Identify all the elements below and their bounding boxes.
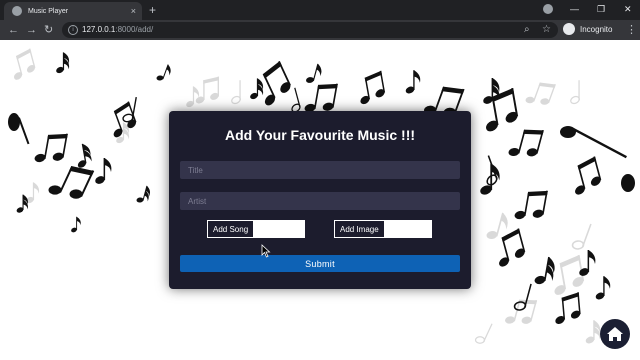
restore-button[interactable]: ❐	[597, 3, 605, 15]
bookmark-star-icon[interactable]: ☆	[542, 23, 551, 37]
add-song-button[interactable]: Add Song	[208, 221, 254, 237]
add-image-file-picker[interactable]: Add Image	[334, 220, 432, 238]
page-viewport: Add Your Favourite Music !!! Add Song Ad…	[0, 40, 640, 360]
reload-button[interactable]: ↻	[44, 23, 53, 37]
globe-icon	[12, 6, 22, 16]
new-tab-button[interactable]: +	[149, 3, 156, 17]
url-text[interactable]: 127.0.0.1:8000/add/	[82, 25, 153, 34]
record-icon[interactable]	[543, 4, 553, 14]
add-music-card: Add Your Favourite Music !!! Add Song Ad…	[169, 111, 471, 289]
browser-menu-icon[interactable]: ⋮	[626, 23, 637, 37]
tab-close-icon[interactable]: ×	[131, 6, 136, 16]
home-button[interactable]	[600, 319, 630, 349]
incognito-label: Incognito	[580, 24, 613, 34]
tab-music-player[interactable]: Music Player ×	[4, 2, 142, 20]
home-icon	[607, 327, 623, 341]
minimize-button[interactable]: —	[570, 3, 579, 15]
address-bar[interactable]: i 127.0.0.1:8000/add/ ⌕ ☆	[62, 22, 558, 38]
incognito-indicator[interactable]: Incognito	[563, 23, 612, 35]
form-heading: Add Your Favourite Music !!!	[224, 127, 416, 143]
browser-toolbar: ← → ↻ i 127.0.0.1:8000/add/ ⌕ ☆ Incognit…	[0, 20, 640, 40]
close-window-button[interactable]: ✕	[624, 3, 632, 15]
back-button[interactable]: ←	[8, 23, 19, 37]
url-host: 127.0.0.1	[82, 25, 116, 34]
info-icon[interactable]: i	[68, 25, 78, 35]
zoom-icon[interactable]: ⌕	[524, 23, 530, 37]
mouse-cursor-icon	[261, 244, 271, 258]
artist-input[interactable]	[180, 192, 460, 210]
submit-button[interactable]: Submit	[180, 255, 460, 272]
tab-title: Music Player	[28, 7, 69, 15]
tab-strip: Music Player × + — ❐ ✕	[0, 0, 640, 20]
add-song-file-picker[interactable]: Add Song	[207, 220, 305, 238]
title-input[interactable]	[180, 161, 460, 179]
url-path: :8000/add/	[115, 25, 154, 34]
incognito-icon	[563, 23, 575, 35]
add-image-button[interactable]: Add Image	[335, 221, 384, 237]
forward-button[interactable]: →	[26, 23, 37, 37]
